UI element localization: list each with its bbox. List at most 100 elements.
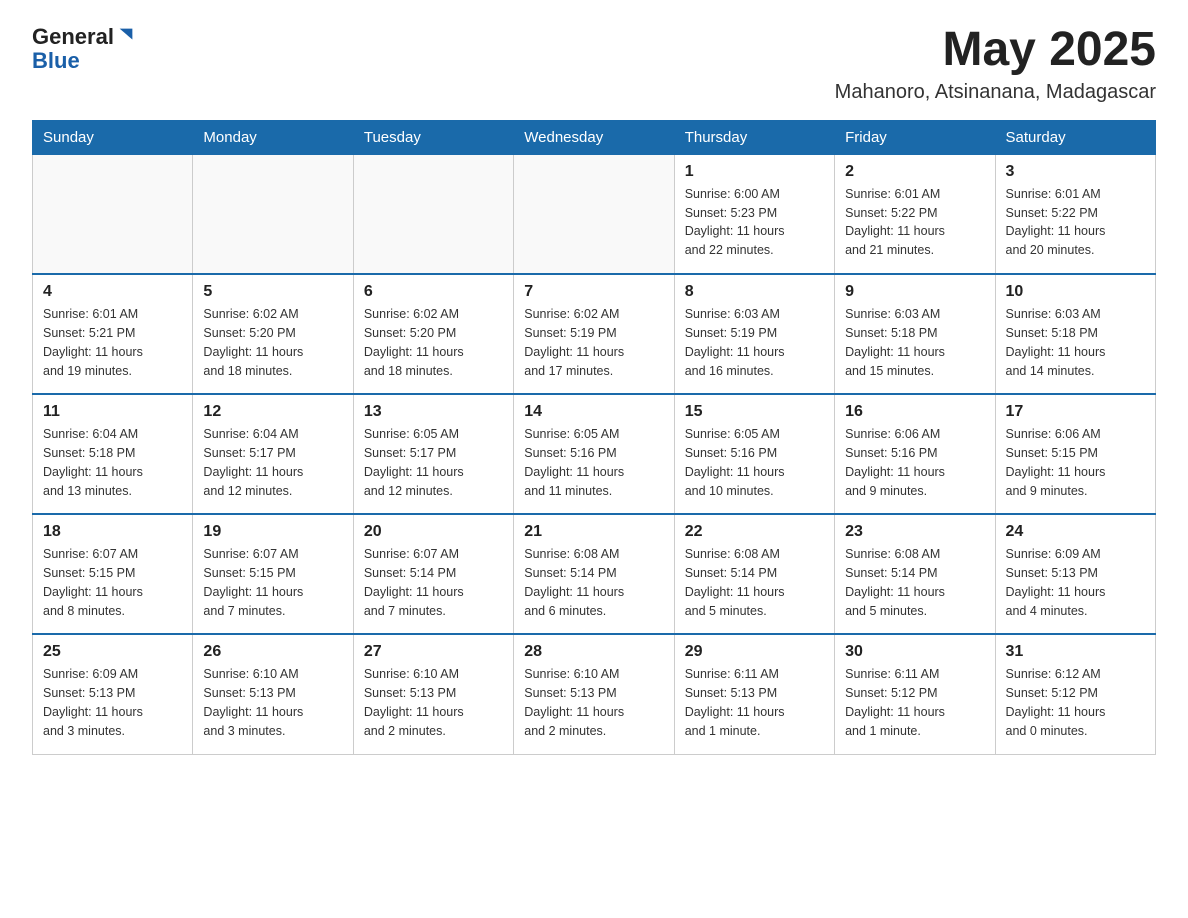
day-info: Sunrise: 6:05 AM Sunset: 5:17 PM Dayligh… — [364, 425, 503, 500]
calendar-day-cell: 24Sunrise: 6:09 AM Sunset: 5:13 PM Dayli… — [995, 514, 1155, 634]
calendar-day-cell: 19Sunrise: 6:07 AM Sunset: 5:15 PM Dayli… — [193, 514, 353, 634]
calendar-day-cell: 29Sunrise: 6:11 AM Sunset: 5:13 PM Dayli… — [674, 634, 834, 754]
day-header-monday: Monday — [193, 120, 353, 154]
day-number: 25 — [43, 643, 182, 661]
day-info: Sunrise: 6:04 AM Sunset: 5:18 PM Dayligh… — [43, 425, 182, 500]
calendar-day-cell: 25 Sunrise: 6:09 AM Sunset: 5:13 PM Dayli… — [33, 634, 193, 754]
calendar-week-row: 25 Sunrise: 6:09 AM Sunset: 5:13 PM Dayli… — [33, 634, 1156, 754]
day-info: Sunrise: 6:10 AM Sunset: 5:13 PM Dayligh… — [364, 665, 503, 740]
day-number: 23 — [845, 523, 984, 541]
calendar-day-cell: 31 Sunrise: 6:12 AM Sunset: 5:12 PM Dayli… — [995, 634, 1155, 754]
day-number: 5 — [203, 283, 342, 301]
page-header: General Blue May 2025 Mahanoro, Atsinana… — [32, 24, 1156, 104]
day-info: Sunrise: 6:06 AM Sunset: 5:15 PM Dayligh… — [1006, 425, 1145, 500]
day-info: Sunrise: 6:08 AM Sunset: 5:14 PM Dayligh… — [845, 545, 984, 620]
day-number: 27 — [364, 643, 503, 661]
logo: General Blue — [32, 24, 136, 72]
day-number: 14 — [524, 403, 663, 421]
location-title: Mahanoro, Atsinanana, Madagascar — [835, 81, 1156, 104]
day-number: 30 — [845, 643, 984, 661]
day-number: 26 — [203, 643, 342, 661]
day-info: Sunrise: 6:10 AM Sunset: 5:13 PM Dayligh… — [203, 665, 342, 740]
calendar-day-cell — [193, 154, 353, 274]
day-number: 7 — [524, 283, 663, 301]
day-info: Sunrise: 6:11 AM Sunset: 5:13 PM Dayligh… — [685, 665, 824, 740]
calendar-day-cell — [514, 154, 674, 274]
day-info: Sunrise: 6:01 AM Sunset: 5:22 PM Dayligh… — [1006, 185, 1145, 260]
day-info: Sunrise: 6:06 AM Sunset: 5:16 PM Dayligh… — [845, 425, 984, 500]
calendar-day-cell: 6 Sunrise: 6:02 AM Sunset: 5:20 PM Daylig… — [353, 274, 513, 394]
day-number: 28 — [524, 643, 663, 661]
day-number: 9 — [845, 283, 984, 301]
day-header-tuesday: Tuesday — [353, 120, 513, 154]
logo-blue-text: Blue — [32, 50, 80, 72]
day-header-wednesday: Wednesday — [514, 120, 674, 154]
day-info: Sunrise: 6:02 AM Sunset: 5:20 PM Dayligh… — [364, 305, 503, 380]
day-number: 8 — [685, 283, 824, 301]
calendar-week-row: 1Sunrise: 6:00 AM Sunset: 5:23 PM Daylig… — [33, 154, 1156, 274]
day-header-friday: Friday — [835, 120, 995, 154]
day-info: Sunrise: 6:05 AM Sunset: 5:16 PM Dayligh… — [524, 425, 663, 500]
calendar-day-cell: 1Sunrise: 6:00 AM Sunset: 5:23 PM Daylig… — [674, 154, 834, 274]
day-number: 1 — [685, 163, 824, 181]
calendar-day-cell: 27 Sunrise: 6:10 AM Sunset: 5:13 PM Dayli… — [353, 634, 513, 754]
day-info: Sunrise: 6:03 AM Sunset: 5:19 PM Dayligh… — [685, 305, 824, 380]
logo-icon — [116, 25, 136, 45]
day-number: 12 — [203, 403, 342, 421]
day-info: Sunrise: 6:12 AM Sunset: 5:12 PM Dayligh… — [1006, 665, 1145, 740]
day-header-saturday: Saturday — [995, 120, 1155, 154]
day-number: 15 — [685, 403, 824, 421]
calendar-day-cell: 23 Sunrise: 6:08 AM Sunset: 5:14 PM Dayli… — [835, 514, 995, 634]
day-info: Sunrise: 6:01 AM Sunset: 5:21 PM Dayligh… — [43, 305, 182, 380]
day-number: 22 — [685, 523, 824, 541]
day-number: 24 — [1006, 523, 1145, 541]
day-number: 16 — [845, 403, 984, 421]
title-area: May 2025 Mahanoro, Atsinanana, Madagasca… — [835, 24, 1156, 104]
day-info: Sunrise: 6:07 AM Sunset: 5:14 PM Dayligh… — [364, 545, 503, 620]
day-number: 10 — [1006, 283, 1145, 301]
calendar-day-cell: 4 Sunrise: 6:01 AM Sunset: 5:21 PM Daylig… — [33, 274, 193, 394]
day-header-sunday: Sunday — [33, 120, 193, 154]
calendar-day-cell: 3Sunrise: 6:01 AM Sunset: 5:22 PM Daylig… — [995, 154, 1155, 274]
day-number: 11 — [43, 403, 182, 421]
day-number: 20 — [364, 523, 503, 541]
calendar-day-cell: 12Sunrise: 6:04 AM Sunset: 5:17 PM Dayli… — [193, 394, 353, 514]
day-info: Sunrise: 6:08 AM Sunset: 5:14 PM Dayligh… — [524, 545, 663, 620]
day-info: Sunrise: 6:09 AM Sunset: 5:13 PM Dayligh… — [43, 665, 182, 740]
calendar-day-cell: 7 Sunrise: 6:02 AM Sunset: 5:19 PM Daylig… — [514, 274, 674, 394]
calendar-day-cell: 2Sunrise: 6:01 AM Sunset: 5:22 PM Daylig… — [835, 154, 995, 274]
calendar-week-row: 11 Sunrise: 6:04 AM Sunset: 5:18 PM Dayli… — [33, 394, 1156, 514]
day-info: Sunrise: 6:02 AM Sunset: 5:20 PM Dayligh… — [203, 305, 342, 380]
day-info: Sunrise: 6:02 AM Sunset: 5:19 PM Dayligh… — [524, 305, 663, 380]
day-info: Sunrise: 6:07 AM Sunset: 5:15 PM Dayligh… — [43, 545, 182, 620]
calendar-week-row: 18 Sunrise: 6:07 AM Sunset: 5:15 PM Dayli… — [33, 514, 1156, 634]
day-number: 4 — [43, 283, 182, 301]
day-number: 17 — [1006, 403, 1145, 421]
day-number: 2 — [845, 163, 984, 181]
day-info: Sunrise: 6:03 AM Sunset: 5:18 PM Dayligh… — [845, 305, 984, 380]
calendar-day-cell — [33, 154, 193, 274]
calendar-day-cell: 17 Sunrise: 6:06 AM Sunset: 5:15 PM Dayli… — [995, 394, 1155, 514]
day-number: 19 — [203, 523, 342, 541]
day-number: 6 — [364, 283, 503, 301]
logo-general-text: General — [32, 24, 114, 50]
calendar-table: SundayMondayTuesdayWednesdayThursdayFrid… — [32, 120, 1156, 755]
day-number: 21 — [524, 523, 663, 541]
day-info: Sunrise: 6:03 AM Sunset: 5:18 PM Dayligh… — [1006, 305, 1145, 380]
calendar-day-cell: 9 Sunrise: 6:03 AM Sunset: 5:18 PM Daylig… — [835, 274, 995, 394]
calendar-day-cell: 15Sunrise: 6:05 AM Sunset: 5:16 PM Dayli… — [674, 394, 834, 514]
calendar-day-cell: 20 Sunrise: 6:07 AM Sunset: 5:14 PM Dayli… — [353, 514, 513, 634]
calendar-day-cell: 5 Sunrise: 6:02 AM Sunset: 5:20 PM Daylig… — [193, 274, 353, 394]
calendar-header-row: SundayMondayTuesdayWednesdayThursdayFrid… — [33, 120, 1156, 154]
day-number: 18 — [43, 523, 182, 541]
calendar-day-cell: 30Sunrise: 6:11 AM Sunset: 5:12 PM Dayli… — [835, 634, 995, 754]
calendar-day-cell: 28 Sunrise: 6:10 AM Sunset: 5:13 PM Dayli… — [514, 634, 674, 754]
day-number: 31 — [1006, 643, 1145, 661]
month-title: May 2025 — [835, 24, 1156, 77]
calendar-day-cell — [353, 154, 513, 274]
day-info: Sunrise: 6:10 AM Sunset: 5:13 PM Dayligh… — [524, 665, 663, 740]
day-number: 13 — [364, 403, 503, 421]
calendar-day-cell: 22Sunrise: 6:08 AM Sunset: 5:14 PM Dayli… — [674, 514, 834, 634]
calendar-day-cell: 21 Sunrise: 6:08 AM Sunset: 5:14 PM Dayli… — [514, 514, 674, 634]
calendar-day-cell: 16 Sunrise: 6:06 AM Sunset: 5:16 PM Dayli… — [835, 394, 995, 514]
